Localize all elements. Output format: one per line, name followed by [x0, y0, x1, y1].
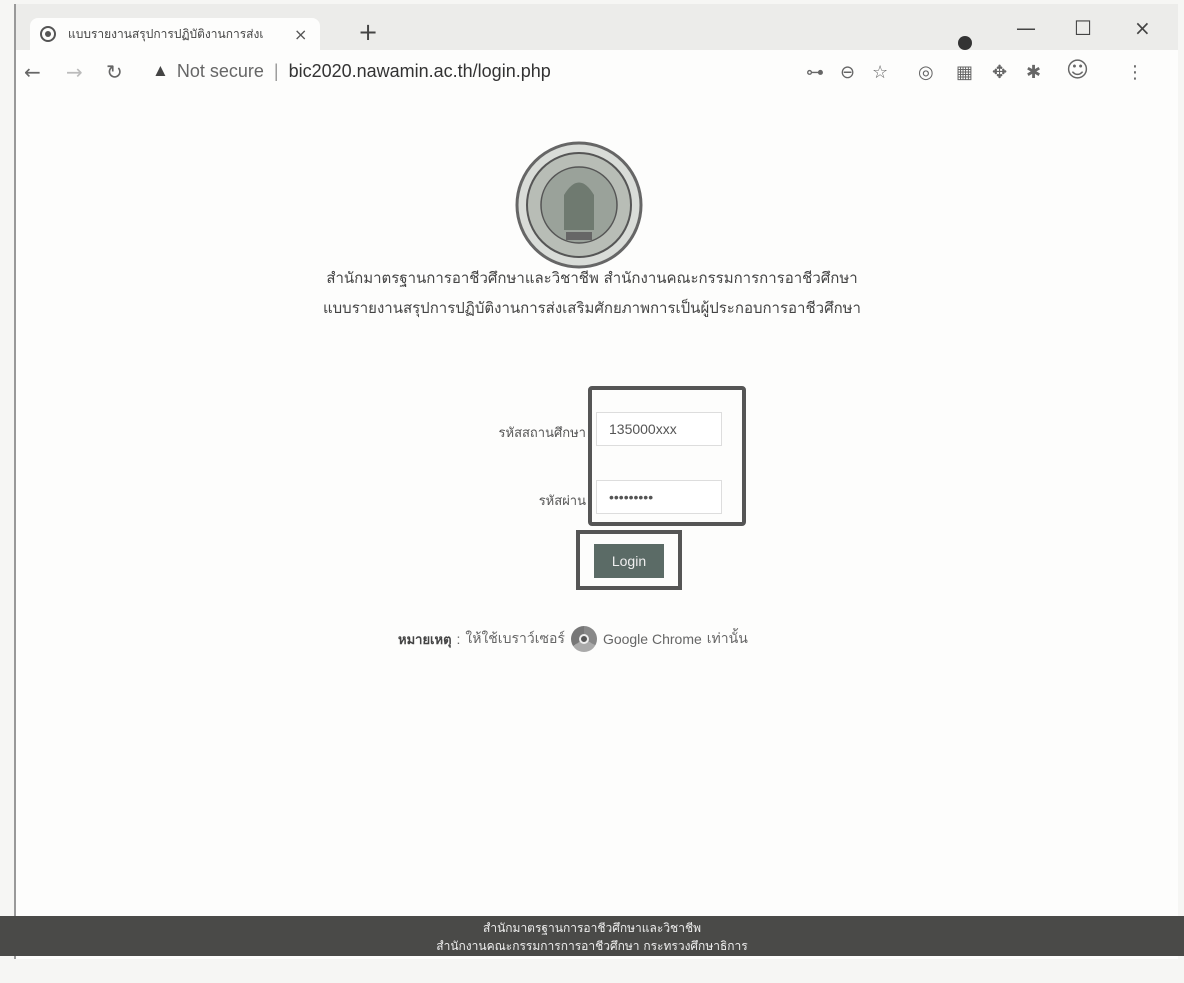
footer-line-2: สำนักงานคณะกรรมการการอาชีวศึกษา กระทรวงศ…	[436, 939, 748, 953]
close-tab-icon[interactable]: ×	[294, 25, 307, 44]
agency-title: สำนักมาตรฐานการอาชีวศึกษาและวิชาชีพ สำนั…	[326, 269, 858, 287]
menu-kebab-icon[interactable]: ⋮	[1126, 62, 1144, 83]
report-title: แบบรายงานสรุปการปฏิบัติงานการส่งเสริมศัก…	[322, 299, 861, 317]
globe-icon	[40, 26, 56, 42]
note-label: หมายเหตุ	[398, 632, 452, 648]
extension-icon[interactable]: ▦	[956, 62, 973, 83]
note-text-before: ให้ใช้เบราว์เซอร์	[465, 630, 565, 646]
security-status: Not secure	[176, 60, 264, 81]
page-footer: สำนักมาตรฐานการอาชีวศึกษาและวิชาชีพ สำนั…	[0, 916, 1184, 956]
minimize-button[interactable]: —	[1016, 16, 1036, 40]
chrome-icon	[570, 626, 597, 652]
password-input[interactable]: •••••••••	[596, 480, 722, 514]
key-icon[interactable]: ⊶	[806, 62, 824, 83]
back-arrow-icon[interactable]: ←	[24, 60, 41, 84]
incognito-dot-icon[interactable]	[958, 36, 972, 50]
institution-code-label: รหัสสถานศึกษา	[498, 426, 586, 441]
institution-code-input[interactable]: 135000xxx	[596, 412, 722, 446]
address-divider: |	[273, 60, 279, 81]
note-separator: :	[456, 631, 461, 647]
maximize-button[interactable]: ☐	[1074, 16, 1092, 40]
star-icon[interactable]: ☆	[872, 62, 888, 83]
close-window-button[interactable]: ×	[1134, 16, 1151, 40]
browser-note: หมายเหตุ : ให้ใช้เบราว์เซอร์ Google Chro…	[398, 626, 748, 652]
reload-icon[interactable]: ↻	[106, 60, 123, 84]
tab-strip: แบบรายงานสรุปการปฏิบัติงานการส่งเ × + — …	[16, 4, 1178, 50]
forward-arrow-icon[interactable]: →	[66, 60, 83, 84]
url-text: bic2020.nawamin.ac.th/login.php	[288, 60, 551, 81]
browser-toolbar: ← → ↻ ▲ Not secure | bic2020.nawamin.ac.…	[16, 50, 1178, 94]
bug-extension-icon[interactable]: ✥	[992, 62, 1007, 83]
puzzle-extension-icon[interactable]: ✱	[1026, 62, 1041, 83]
footer-line-1: สำนักมาตรฐานการอาชีวศึกษาและวิชาชีพ	[483, 921, 701, 935]
emblem-seal-logo	[515, 141, 643, 269]
profile-avatar-icon[interactable]: ☺	[1066, 58, 1089, 83]
password-label: รหัสผ่าน	[538, 494, 586, 509]
camera-extension-icon[interactable]: ◎	[918, 62, 934, 83]
note-browser-name: Google Chrome	[602, 631, 702, 647]
new-tab-button[interactable]: +	[358, 18, 378, 46]
tab-title: แบบรายงานสรุปการปฏิบัติงานการส่งเ	[68, 26, 264, 41]
note-text-after: เท่านั้น	[706, 630, 748, 646]
login-button[interactable]: Login	[594, 544, 664, 578]
address-bar[interactable]: ▲ Not secure | bic2020.nawamin.ac.th/log…	[152, 56, 652, 86]
zoom-icon[interactable]: ⊖	[840, 62, 855, 83]
browser-tab[interactable]: แบบรายงานสรุปการปฏิบัติงานการส่งเ ×	[30, 18, 320, 50]
warning-icon: ▲	[152, 61, 169, 80]
